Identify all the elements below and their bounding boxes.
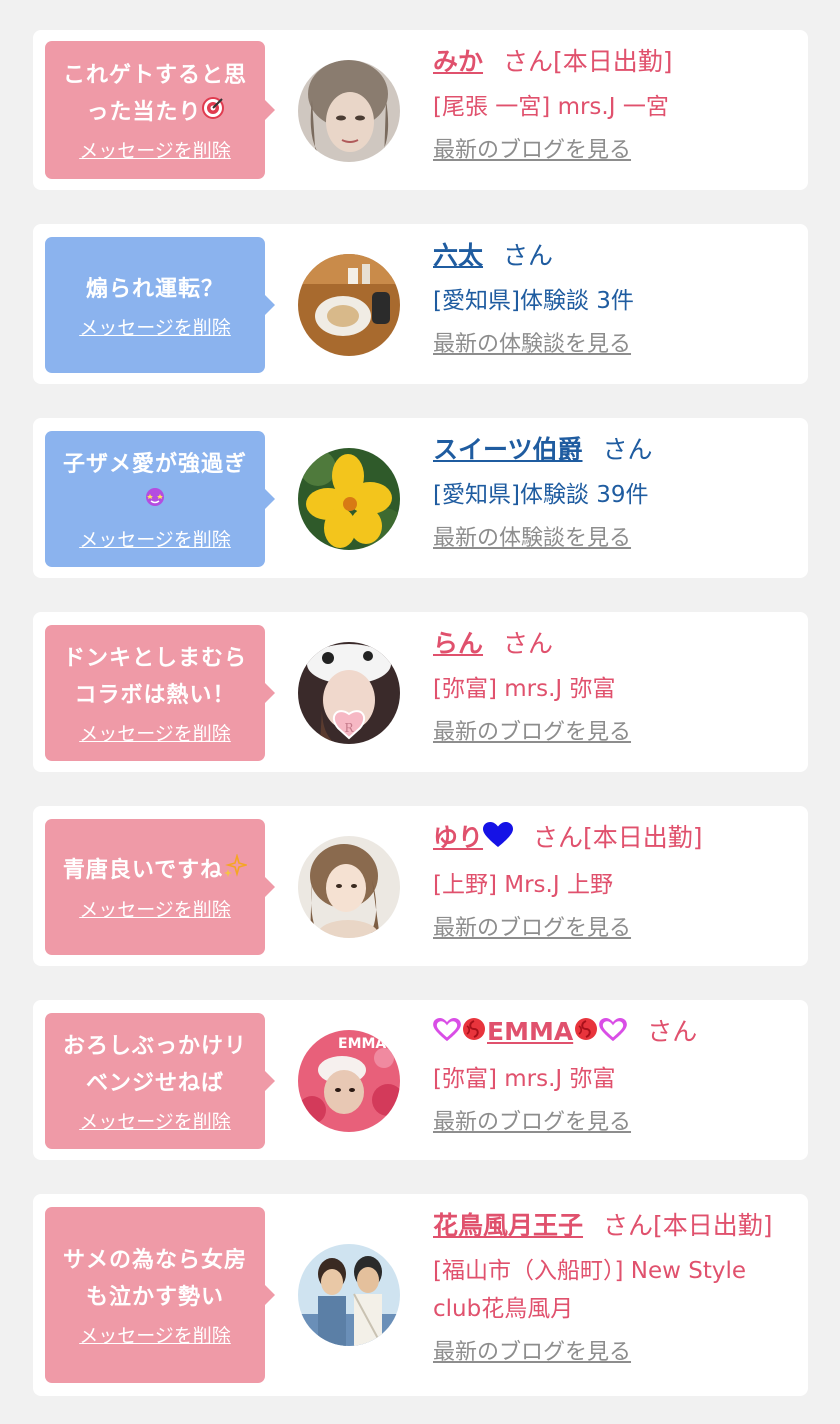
list-item: 青唐良いですね メッセージを削除 ゆり さん[本日出勤] [上野] Mrs.J 上…: [33, 806, 808, 966]
shop-info: [尾張 一宮] mrs.J 一宮: [433, 94, 669, 120]
list-item: 子ザメ愛が強過ぎ メッセージを削除 スイーツ伯爵 さん [愛知県]体験談 39件 …: [33, 418, 808, 578]
status-badge: [本日出勤]: [583, 823, 703, 852]
avatar[interactable]: [298, 448, 400, 550]
honorific: さん: [503, 241, 554, 270]
avatar[interactable]: [298, 254, 400, 356]
honorific: さん: [602, 435, 653, 464]
message-bubble: おろしぶっかけリベンジせねば メッセージを削除: [45, 1013, 275, 1149]
delete-message-link[interactable]: メッセージを削除: [79, 1324, 231, 1348]
message-text: 煽られ運転？: [85, 276, 224, 302]
message-bubble: 子ザメ愛が強過ぎ メッセージを削除: [45, 431, 275, 567]
status-badge: [本日出勤]: [553, 47, 673, 76]
list-item: おろしぶっかけリベンジせねば メッセージを削除 EMMA EMMA さん [弥富]…: [33, 1000, 808, 1160]
message-text: サメの為なら女房も泣かす勢い: [62, 1248, 247, 1310]
delete-message-link[interactable]: メッセージを削除: [79, 316, 231, 340]
list-item: これゲトすると思った当たり メッセージを削除 みか さん[本日出勤] [尾張 一宮…: [33, 30, 808, 190]
message-text: おろしぶっかけリベンジせねば: [62, 1034, 247, 1096]
profile-name-link[interactable]: らん: [433, 629, 483, 658]
message-bubble: ドンキとしまむらコラボは熱い！ メッセージを削除: [45, 625, 275, 761]
list-item: サメの為なら女房も泣かす勢い メッセージを削除 花鳥風月王子 さん[本日出勤] […: [33, 1194, 808, 1396]
avatar[interactable]: [298, 60, 400, 162]
avatar[interactable]: [298, 1244, 400, 1346]
status-badge: [本日出勤]: [653, 1211, 773, 1240]
bullseye-icon: [201, 94, 224, 131]
latest-review-link[interactable]: 最新の体験談を見る: [433, 524, 631, 554]
purple-heart-icon: [433, 1016, 461, 1052]
shop-info: [弥富] mrs.J 弥富: [433, 676, 616, 702]
honorific: さん: [603, 1211, 654, 1240]
latest-blog-link[interactable]: 最新のブログを見る: [433, 1108, 631, 1138]
delete-message-link[interactable]: メッセージを削除: [79, 139, 231, 163]
star-struck-face-icon: [144, 483, 166, 520]
profile-name-link[interactable]: みか: [433, 47, 483, 76]
avatar[interactable]: R: [298, 642, 400, 744]
profile-name-link[interactable]: 六太: [433, 241, 483, 270]
sparkles-icon: [223, 852, 250, 890]
list-item: ドンキとしまむらコラボは熱い！ メッセージを削除 R らん さん [弥富] mrs…: [33, 612, 808, 772]
blue-heart-icon: [483, 822, 514, 858]
shop-info: [上野] Mrs.J 上野: [433, 872, 613, 898]
profile-name-link[interactable]: ゆり: [433, 823, 483, 852]
message-bubble: サメの為なら女房も泣かす勢い メッセージを削除: [45, 1207, 275, 1383]
delete-message-link[interactable]: メッセージを削除: [79, 722, 231, 746]
profile-name-link[interactable]: EMMA: [487, 1017, 573, 1046]
honorific: さん: [503, 47, 554, 76]
rose-icon: [573, 1016, 599, 1052]
delete-message-link[interactable]: メッセージを削除: [79, 528, 231, 552]
avatar[interactable]: EMMA: [298, 1030, 400, 1132]
latest-blog-link[interactable]: 最新のブログを見る: [433, 136, 631, 166]
delete-message-link[interactable]: メッセージを削除: [79, 1110, 231, 1134]
profile-name-link[interactable]: スイーツ伯爵: [433, 435, 583, 464]
rose-icon: [461, 1016, 487, 1052]
purple-heart-icon: [599, 1016, 628, 1052]
latest-blog-link[interactable]: 最新のブログを見る: [433, 718, 631, 748]
profile-name-link[interactable]: 花鳥風月王子: [433, 1211, 583, 1240]
list-item: 煽られ運転？ メッセージを削除 六太 さん [愛知県]体験談 3件 最新の体験談を…: [33, 224, 808, 384]
delete-message-link[interactable]: メッセージを削除: [79, 898, 231, 922]
shop-info: [福山市（入船町）] New Style club花鳥風月: [433, 1258, 747, 1322]
honorific: さん: [533, 823, 584, 852]
message-bubble: 青唐良いですね メッセージを削除: [45, 819, 275, 955]
avatar[interactable]: [298, 836, 400, 938]
message-bubble: これゲトすると思った当たり メッセージを削除: [45, 41, 275, 179]
message-text: 子ザメ愛が強過ぎ: [62, 451, 247, 477]
latest-review-link[interactable]: 最新の体験談を見る: [433, 330, 631, 360]
latest-blog-link[interactable]: 最新のブログを見る: [433, 1338, 631, 1368]
message-text: ドンキとしまむらコラボは熱い！: [62, 646, 247, 708]
shop-info: [弥富] mrs.J 弥富: [433, 1066, 616, 1092]
message-bubble: 煽られ運転？ メッセージを削除: [45, 237, 275, 373]
svg-text:EMMA: EMMA: [338, 1036, 386, 1052]
latest-blog-link[interactable]: 最新のブログを見る: [433, 914, 631, 944]
honorific: さん: [647, 1017, 698, 1046]
shop-info: [愛知県]体験談 39件: [433, 482, 649, 508]
shop-info: [愛知県]体験談 3件: [433, 288, 634, 314]
message-text: 青唐良いですね: [62, 858, 224, 884]
honorific: さん: [503, 629, 554, 658]
message-list: これゲトすると思った当たり メッセージを削除 みか さん[本日出勤] [尾張 一宮…: [0, 0, 840, 1424]
svg-text:R: R: [344, 721, 354, 735]
